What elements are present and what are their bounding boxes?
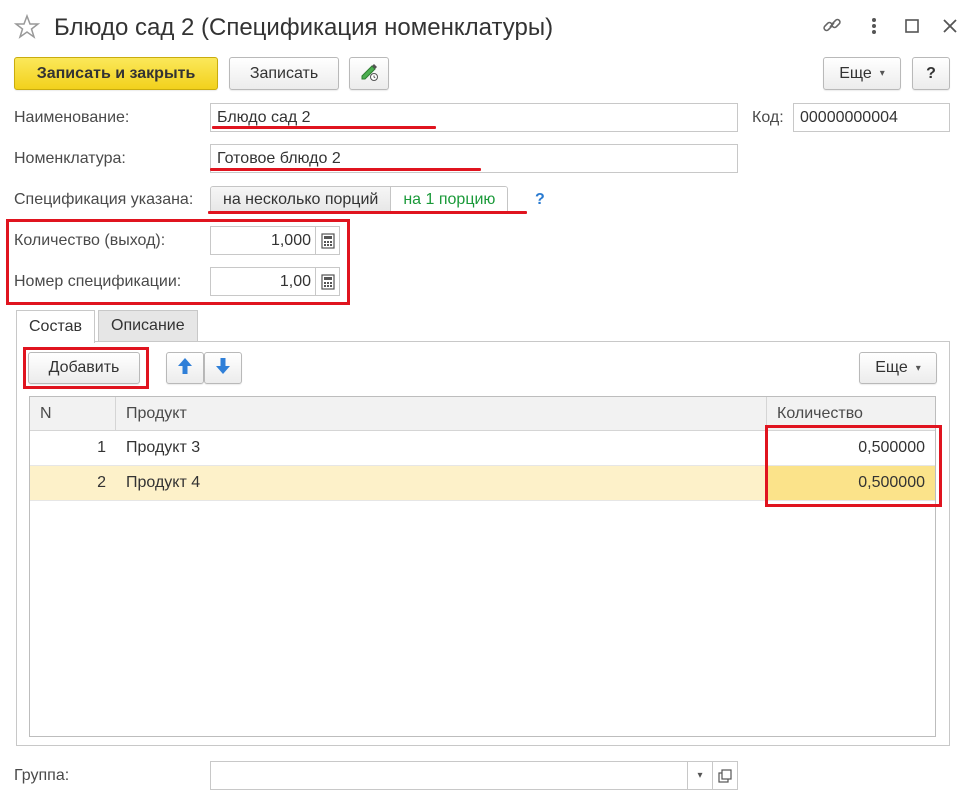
group-field[interactable]: ▾ [210, 761, 738, 790]
move-down-button[interactable] [204, 352, 242, 384]
quantity-label: Количество (выход): [14, 232, 166, 249]
row-number: 1 [97, 439, 106, 456]
spec-number-value: 1,00 [279, 272, 311, 290]
arrow-down-icon [215, 357, 231, 380]
red-box-quantity-column [765, 425, 942, 507]
name-label: Наименование: [14, 109, 130, 126]
red-underline-spec [208, 211, 527, 214]
caret-down-icon: ▾ [915, 362, 921, 374]
star-icon[interactable] [13, 13, 41, 40]
pencil-icon [358, 60, 380, 87]
spec-option-single[interactable]: на 1 порцию [391, 187, 508, 213]
more-button[interactable]: Еще ▾ [823, 57, 901, 90]
row-product[interactable]: Продукт 4 [116, 466, 767, 500]
code-field[interactable]: 00000000004 [793, 103, 950, 132]
more-button-label: Еще [839, 64, 872, 82]
caret-down-icon: ▾ [879, 68, 885, 79]
calculator-icon[interactable] [315, 227, 339, 254]
quantity-field[interactable]: 1,000 [210, 226, 340, 255]
spec-number-field[interactable]: 1,00 [210, 267, 340, 296]
open-icon[interactable] [712, 762, 737, 789]
close-icon[interactable] [938, 14, 962, 38]
maximize-icon[interactable] [900, 14, 924, 38]
group-value [211, 762, 687, 789]
spec-number-label: Номер спецификации: [14, 273, 182, 290]
table-more-button[interactable]: Еще ▾ [859, 352, 937, 384]
move-up-button[interactable] [166, 352, 204, 384]
red-underline-name [212, 126, 436, 129]
row-product[interactable]: Продукт 3 [116, 431, 767, 465]
arrow-up-icon [177, 357, 193, 380]
tab-composition[interactable]: Состав [16, 310, 95, 343]
nomenclature-label: Номенклатура: [14, 150, 126, 167]
link-icon[interactable] [820, 14, 844, 38]
code-label: Код: [752, 109, 784, 126]
red-underline-nomenclature [210, 168, 481, 171]
spec-help-link[interactable]: ? [535, 191, 545, 209]
group-label: Группа: [14, 767, 70, 784]
table-more-label: Еще [875, 359, 908, 376]
column-header-product[interactable]: Продукт [116, 397, 767, 430]
window-title: Блюдо сад 2 (Спецификация номенклатуры) [54, 14, 554, 41]
add-button[interactable]: Добавить [28, 352, 140, 384]
calculator-icon[interactable] [315, 268, 339, 295]
save-and-close-button[interactable]: Записать и закрыть [14, 57, 218, 90]
help-button[interactable]: ? [912, 57, 950, 90]
row-number: 2 [97, 474, 106, 491]
tab-description[interactable]: Описание [98, 310, 198, 342]
spec-label: Спецификация указана: [14, 191, 194, 208]
column-header-n[interactable]: N [30, 397, 116, 430]
spec-toggle[interactable]: на несколько порций на 1 порцию [210, 186, 509, 214]
more-vertical-icon[interactable] [862, 14, 886, 38]
save-button[interactable]: Записать [229, 57, 339, 90]
dropdown-arrow-icon[interactable]: ▾ [687, 762, 712, 789]
quantity-value: 1,000 [270, 231, 311, 249]
spec-option-multiple[interactable]: на несколько порций [211, 187, 392, 213]
edit-document-button[interactable] [349, 57, 389, 90]
